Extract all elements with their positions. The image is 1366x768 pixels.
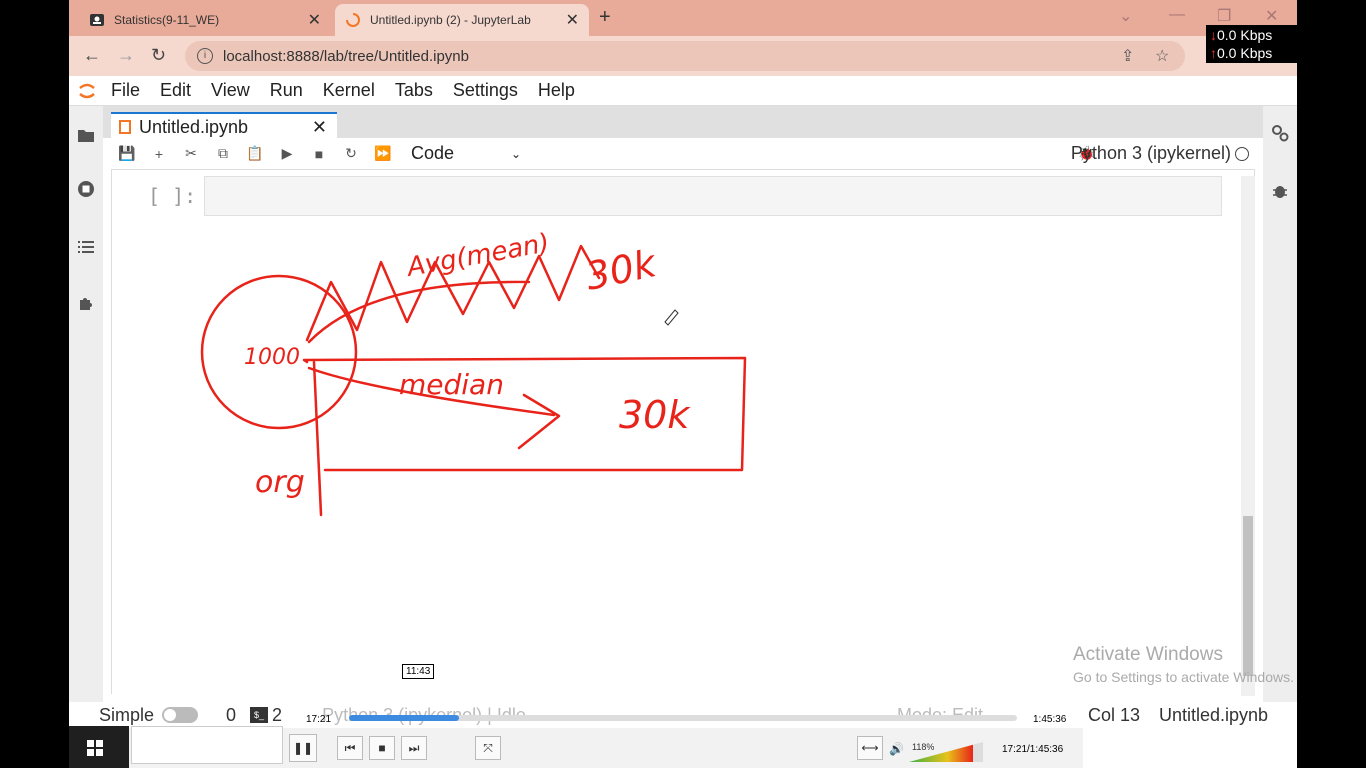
notebook-file-icon — [119, 120, 131, 134]
cell-type-select[interactable]: Code ⌄ — [411, 143, 521, 164]
cut-icon[interactable]: ✂ — [175, 145, 207, 162]
cell-type-value: Code — [411, 143, 455, 163]
right-sidebar — [1263, 106, 1297, 706]
kernel-name[interactable]: Python 3 (ipykernel) — [1071, 143, 1231, 164]
previous-icon[interactable]: ⏮ — [337, 736, 363, 760]
screen-frame: Statistics(9-11_WE) ✕ Untitled.ipynb (2)… — [69, 0, 1297, 768]
jupyter-logo-icon — [79, 83, 95, 98]
menu-view[interactable]: View — [211, 80, 250, 101]
browser-tab-jupyterlab[interactable]: Untitled.ipynb (2) - JupyterLab ✕ — [335, 4, 589, 36]
status-file-name: Untitled.ipynb — [1159, 704, 1269, 725]
notebook-toolbar: 💾 + ✂ ⧉ 📋 ▶ ■ ↻ ⏩ Code ⌄ 🐞 Python 3 (ipy… — [111, 138, 1255, 170]
chevron-down-icon: ⌄ — [510, 146, 521, 161]
browser-tab-title: Statistics(9-11_WE) — [114, 13, 220, 27]
close-tab-icon[interactable]: ✕ — [566, 10, 579, 30]
fullscreen-icon[interactable]: ⤧ — [475, 736, 501, 760]
code-cell-input[interactable] — [204, 176, 1222, 216]
download-arrow-icon: ↓ — [1210, 27, 1217, 43]
run-all-icon[interactable]: ⏩ — [367, 145, 399, 162]
folder-icon[interactable] — [77, 126, 95, 144]
loop-icon[interactable]: ⟷ — [857, 736, 883, 760]
video-time-readout: 17:21/1:45:36 — [1002, 744, 1064, 755]
document-tab-bar: Untitled.ipynb ✕ — [103, 106, 1263, 140]
windows-taskbar — [69, 726, 129, 768]
reload-icon[interactable]: ↻ — [151, 45, 166, 66]
share-icon[interactable]: ⇪ — [1121, 46, 1134, 66]
back-icon[interactable]: ← — [83, 45, 101, 66]
jupyter-menubar: File Edit View Run Kernel Tabs Settings … — [69, 76, 1297, 106]
activate-windows-watermark: Activate Windows Go to Settings to activ… — [1073, 644, 1294, 685]
running-kernels-icon[interactable] — [77, 180, 95, 198]
loading-spinner-icon — [346, 13, 360, 27]
close-window-icon[interactable]: ✕ — [1265, 6, 1278, 26]
menu-edit[interactable]: Edit — [160, 80, 191, 101]
close-tab-icon[interactable]: ✕ — [308, 10, 321, 30]
tab-search-icon[interactable]: ⌄ — [1119, 6, 1132, 26]
download-speed: 0.0 Kbps — [1217, 27, 1273, 43]
minimize-icon[interactable]: — — [1169, 6, 1185, 24]
kernel-status-idle-icon — [1235, 147, 1249, 161]
watermark-title: Activate Windows — [1073, 644, 1223, 665]
browser-tab-title: Untitled.ipynb (2) - JupyterLab — [370, 13, 531, 27]
menu-run[interactable]: Run — [270, 80, 303, 101]
address-toolbar: ← → ↻ i localhost:8888/lab/tree/Untitled… — [69, 36, 1297, 76]
extensions-puzzle-icon[interactable] — [77, 294, 95, 312]
notebook-tab-title: Untitled.ipynb — [139, 116, 249, 137]
cursor-position[interactable]: Col 13 — [1088, 705, 1140, 726]
notebook-scrollbar[interactable] — [1241, 176, 1255, 696]
restart-icon[interactable]: ↻ — [335, 145, 367, 162]
menu-tabs[interactable]: Tabs — [395, 80, 433, 101]
video-seek-progress — [349, 715, 459, 721]
taskbar-search-box[interactable] — [131, 726, 283, 764]
next-icon[interactable]: ⏭ — [401, 736, 427, 760]
property-inspector-gears-icon[interactable] — [1271, 124, 1289, 142]
volume-percent: 118% — [912, 742, 935, 752]
new-tab-icon[interactable]: + — [599, 6, 611, 29]
run-icon[interactable]: ▶ — [271, 145, 303, 162]
network-speed-widget: ↓0.0 Kbps ↑0.0 Kbps — [1206, 25, 1297, 63]
video-time-elapsed: 17:21 — [306, 714, 332, 725]
upload-arrow-icon: ↑ — [1210, 45, 1217, 61]
windows-start-icon[interactable] — [87, 740, 103, 756]
paste-icon[interactable]: 📋 — [239, 145, 271, 162]
interrupt-icon[interactable]: ■ — [303, 146, 335, 162]
bookmark-star-icon[interactable]: ☆ — [1155, 46, 1169, 66]
video-seek-bar[interactable] — [349, 715, 1017, 721]
menu-file[interactable]: File — [111, 80, 140, 101]
seek-tooltip: 11:43 — [402, 664, 435, 679]
url-bar[interactable]: i localhost:8888/lab/tree/Untitled.ipynb — [185, 41, 1185, 71]
menu-settings[interactable]: Settings — [453, 80, 518, 101]
video-duration: 1:45:36 — [1033, 714, 1067, 725]
maximize-icon[interactable]: ❐ — [1217, 6, 1231, 26]
cell-prompt: [ ]: — [148, 184, 197, 208]
url-text: localhost:8888/lab/tree/Untitled.ipynb — [223, 47, 469, 65]
pause-icon[interactable]: ❚❚ — [289, 734, 317, 762]
forward-icon[interactable]: → — [117, 45, 135, 66]
copy-icon[interactable]: ⧉ — [207, 145, 239, 162]
browser-tab-statistics[interactable]: Statistics(9-11_WE) ✕ — [79, 4, 331, 36]
close-notebook-icon[interactable]: ✕ — [312, 117, 327, 138]
left-sidebar — [69, 106, 103, 706]
site-info-icon[interactable]: i — [197, 48, 213, 64]
browser-tab-strip: Statistics(9-11_WE) ✕ Untitled.ipynb (2)… — [69, 0, 1297, 36]
table-of-contents-icon[interactable] — [77, 238, 95, 256]
watermark-subtitle: Go to Settings to activate Windows. — [1073, 669, 1294, 685]
debugger-bug-icon[interactable] — [1271, 182, 1289, 200]
volume-icon[interactable]: 🔊 — [889, 742, 904, 756]
notebook-panel: [ ]: — [111, 170, 1255, 694]
stop-icon[interactable]: ■ — [369, 736, 395, 760]
save-icon[interactable]: 💾 — [111, 145, 143, 162]
menu-help[interactable]: Help — [538, 80, 575, 101]
upload-speed: 0.0 Kbps — [1217, 45, 1273, 61]
notebook-tab[interactable]: Untitled.ipynb ✕ — [111, 112, 337, 140]
classroom-icon — [90, 14, 104, 26]
insert-cell-icon[interactable]: + — [143, 146, 175, 162]
menu-kernel[interactable]: Kernel — [323, 80, 375, 101]
